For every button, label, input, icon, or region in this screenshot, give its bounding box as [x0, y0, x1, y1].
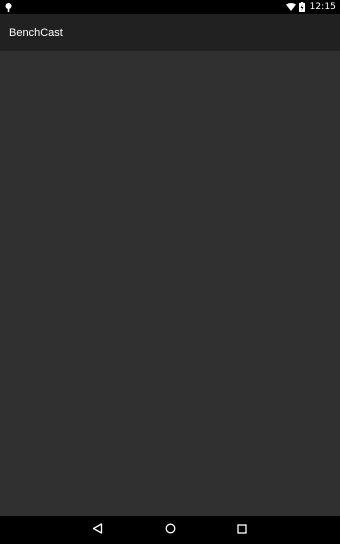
navigation-bar: [0, 516, 340, 544]
recents-button[interactable]: [222, 516, 262, 544]
main-content-area: [0, 51, 340, 516]
home-button[interactable]: [150, 516, 190, 544]
battery-charging-icon: [298, 2, 305, 12]
status-bar: 12:15: [0, 0, 340, 14]
status-notifications: [5, 0, 12, 14]
app-title: BenchCast: [9, 26, 63, 39]
wifi-icon: [285, 3, 296, 11]
app-screen: 12:15 BenchCast: [0, 0, 340, 544]
home-icon: [165, 521, 176, 539]
recents-icon: [237, 521, 247, 539]
app-toolbar: BenchCast: [0, 14, 340, 51]
status-time: 12:15: [309, 2, 336, 12]
back-icon: [92, 521, 103, 539]
status-system-icons: 12:15: [285, 0, 336, 14]
notification-pin-icon: [5, 2, 12, 12]
back-button[interactable]: [77, 516, 117, 544]
